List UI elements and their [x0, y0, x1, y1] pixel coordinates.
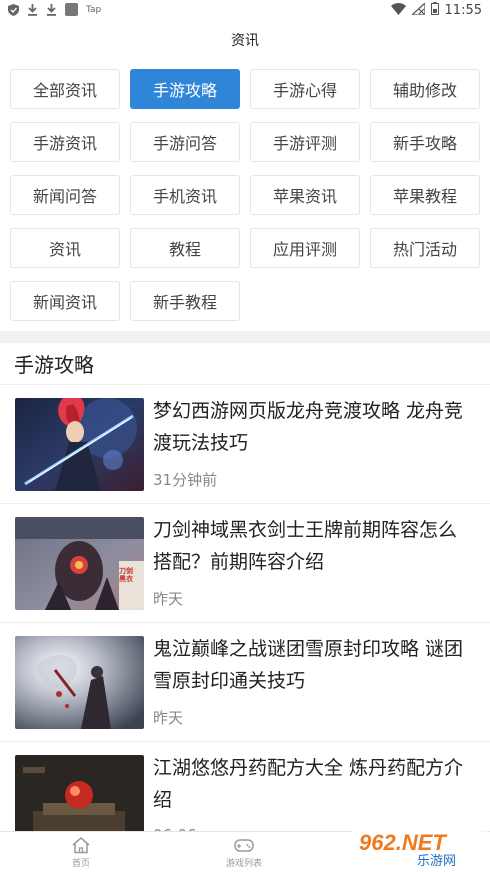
watermark-logo: 962.NET 乐游网 — [351, 826, 488, 868]
nav-game-list-label: 游戏列表 — [225, 859, 262, 869]
home-icon — [72, 837, 90, 854]
category-tag[interactable]: 手游资讯 — [10, 122, 120, 162]
page-title: 资讯 — [231, 33, 259, 49]
section-divider — [0, 331, 490, 343]
article-title: 鬼泣巅峰之战谜团雪原封印攻略 谜团雪原封印通关技巧 — [153, 638, 464, 692]
category-tag[interactable]: 手游心得 — [250, 69, 360, 109]
article-title: 梦幻西游网页版龙舟竞渡攻略 龙舟竞渡玩法技巧 — [153, 400, 464, 454]
category-tag[interactable]: 辅助修改 — [370, 69, 480, 109]
article-item[interactable]: 刀剑 黑衣 刀剑神域黑衣剑士王牌前期阵容怎么搭配？前期阵容介绍 昨天 — [0, 503, 490, 622]
category-tag[interactable]: 苹果资讯 — [250, 175, 360, 215]
article-thumbnail: 刀剑 黑衣 — [15, 517, 144, 610]
category-tag[interactable]: 新闻问答 — [10, 175, 120, 215]
nav-home[interactable]: 首页 — [51, 836, 111, 869]
article-thumbnail — [15, 636, 144, 729]
status-left: Tap — [8, 3, 101, 16]
category-tag[interactable]: 新闻资讯 — [10, 281, 120, 321]
category-tag[interactable]: 手游评测 — [250, 122, 360, 162]
gamepad-icon — [234, 839, 254, 852]
category-tag[interactable]: 全部资讯 — [10, 69, 120, 109]
nav-home-label: 首页 — [71, 859, 90, 869]
article-time: 31分钟前 — [153, 471, 218, 489]
category-tag[interactable]: 教程 — [130, 228, 240, 268]
shield-icon — [8, 3, 19, 16]
app-icon — [65, 3, 78, 16]
article-item[interactable]: 梦幻西游网页版龙舟竞渡攻略 龙舟竞渡玩法技巧 31分钟前 — [0, 384, 490, 503]
article-time: 昨天 — [153, 709, 184, 727]
article-item[interactable]: 鬼泣巅峰之战谜团雪原封印攻略 谜团雪原封印通关技巧 昨天 — [0, 622, 490, 741]
category-tag[interactable]: 新手教程 — [130, 281, 240, 321]
tap-label: Tap — [86, 4, 102, 15]
watermark-sub: 乐游网 — [417, 854, 456, 868]
status-right: 11:55 — [390, 1, 482, 19]
status-bar: Tap 11:55 — [0, 0, 490, 22]
download-icon — [27, 3, 38, 16]
article-list: 梦幻西游网页版龙舟竞渡攻略 龙舟竞渡玩法技巧 31分钟前 刀剑 黑衣 刀剑神域黑… — [0, 384, 490, 860]
watermark-brand: 962.NET — [359, 830, 447, 855]
article-thumbnail — [15, 398, 144, 491]
page-title-bar: 资讯 — [0, 22, 490, 58]
category-grid: 全部资讯 手游攻略 手游心得 辅助修改手游资讯 手游问答 手游评测 新手攻略新闻问答 手机资讯… — [10, 69, 482, 321]
battery-icon — [430, 2, 439, 19]
category-tag[interactable]: 新手攻略 — [370, 122, 480, 162]
nav-game-list[interactable]: 游戏列表 — [214, 836, 274, 869]
category-tag[interactable]: 应用评测 — [250, 228, 360, 268]
category-tag[interactable]: 热门活动 — [370, 228, 480, 268]
category-tag[interactable]: 手游问答 — [130, 122, 240, 162]
section-title: 手游攻略 — [14, 353, 94, 377]
download-icon — [46, 3, 57, 16]
wifi-icon — [390, 2, 406, 19]
category-tag[interactable]: 手游攻略 — [130, 69, 240, 109]
category-tag[interactable]: 资讯 — [10, 228, 120, 268]
article-title: 刀剑神域黑衣剑士王牌前期阵容怎么搭配？前期阵容介绍 — [153, 519, 458, 573]
article-time: 昨天 — [153, 590, 184, 608]
category-tag[interactable]: 手机资讯 — [130, 175, 240, 215]
thumbnail-caption: 刀剑 黑衣 — [119, 567, 133, 583]
signal-off-icon — [409, 1, 426, 19]
status-time: 11:55 — [444, 3, 482, 18]
category-tag[interactable]: 苹果教程 — [370, 175, 480, 215]
article-title: 江湖悠悠丹药配方大全 炼丹药配方介绍 — [153, 757, 464, 811]
